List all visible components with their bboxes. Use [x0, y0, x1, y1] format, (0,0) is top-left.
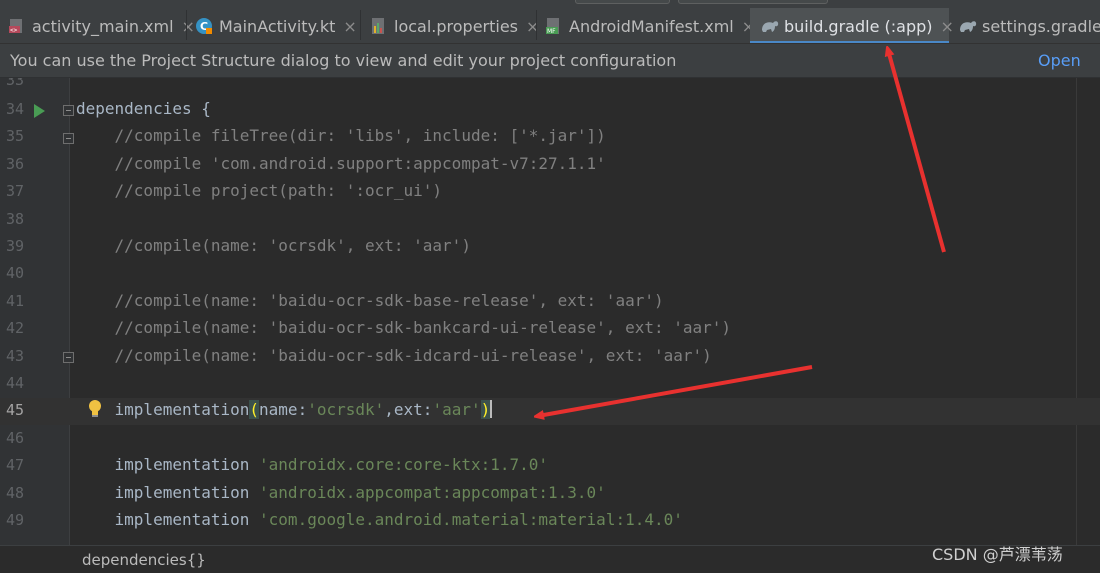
annotation-arrows: [0, 0, 946, 573]
annotation-arrow-to-tab: [888, 50, 946, 253]
annotation-arrow-to-line: [538, 365, 813, 416]
